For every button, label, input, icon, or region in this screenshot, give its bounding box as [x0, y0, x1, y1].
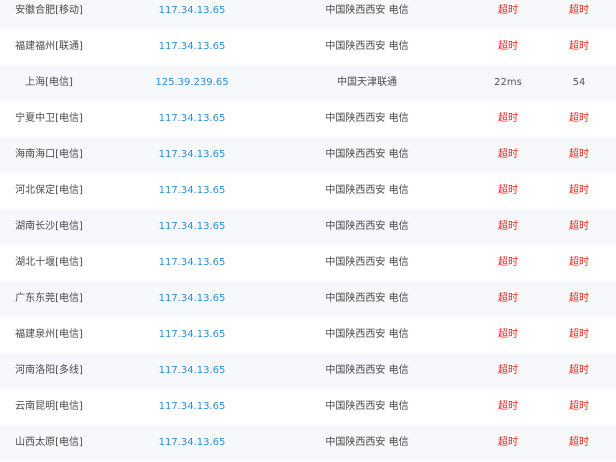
ttl-value: 超时: [569, 113, 589, 124]
table-row: 湖北十堰[电信] 117.34.13.65 中国陕西西安 电信 超时 超时: [0, 245, 616, 281]
table-row: 山西太原[电信] 117.34.13.65 中国陕西西安 电信 超时 超时: [0, 425, 616, 461]
probe-location: 云南昆明[电信]: [15, 401, 83, 412]
ip-location: 中国陕西西安 电信: [325, 185, 409, 196]
ttl-value: 超时: [569, 437, 589, 448]
ip-location: 中国陕西西安 电信: [325, 149, 409, 160]
table-row: 福建泉州[电信] 117.34.13.65 中国陕西西安 电信 超时 超时: [0, 317, 616, 353]
resolved-ip-link[interactable]: 117.34.13.65: [142, 29, 242, 65]
table-row: 海南海口[电信] 117.34.13.65 中国陕西西安 电信 超时 超时: [0, 137, 616, 173]
ttl-value: 超时: [569, 329, 589, 340]
ip-location: 中国陕西西安 电信: [325, 5, 409, 16]
table-row: 福建福州[联通] 117.34.13.65 中国陕西西安 电信 超时 超时: [0, 29, 616, 65]
table-row: 宁夏中卫[电信] 117.34.13.65 中国陕西西安 电信 超时 超时: [0, 101, 616, 137]
ttl-value: 超时: [569, 221, 589, 232]
table-row: 湖南长沙[电信] 117.34.13.65 中国陕西西安 电信 超时 超时: [0, 209, 616, 245]
response-time: 超时: [498, 221, 518, 232]
probe-location: 海南海口[电信]: [15, 149, 83, 160]
response-time: 22ms: [494, 77, 522, 88]
response-time: 超时: [498, 437, 518, 448]
ping-results-table: 安徽合肥[移动] 117.34.13.65 中国陕西西安 电信 超时 超时 福建福州[联通…: [0, 0, 616, 462]
ip-location: 中国陕西西安 电信: [325, 293, 409, 304]
probe-location: 福建福州[联通]: [15, 41, 83, 52]
table-row: 上海[电信] 125.39.239.65 中国天津联通 22ms 54: [0, 65, 616, 101]
ttl-value: 超时: [569, 401, 589, 412]
ip-location: 中国陕西西安 电信: [325, 257, 409, 268]
ttl-value: 54: [572, 77, 586, 88]
resolved-ip-link[interactable]: 117.34.13.65: [142, 317, 242, 353]
resolved-ip-link[interactable]: 117.34.13.65: [142, 389, 242, 425]
response-time: 超时: [498, 257, 518, 268]
probe-location: 湖南长沙[电信]: [15, 221, 83, 232]
ttl-value: 超时: [569, 149, 589, 160]
ttl-value: 超时: [569, 293, 589, 304]
ip-location: 中国陕西西安 电信: [325, 113, 409, 124]
resolved-ip-link[interactable]: 117.34.13.65: [142, 137, 242, 173]
table-row: 河南洛阳[多线] 117.34.13.65 中国陕西西安 电信 超时 超时: [0, 353, 616, 389]
probe-location: 福建泉州[电信]: [15, 329, 83, 340]
table-row: 安徽合肥[移动] 117.34.13.65 中国陕西西安 电信 超时 超时: [0, 0, 616, 29]
resolved-ip-link[interactable]: 117.34.13.65: [142, 0, 242, 29]
ip-location: 中国天津联通: [337, 77, 397, 88]
probe-location: 湖北十堰[电信]: [15, 257, 83, 268]
ttl-value: 超时: [569, 257, 589, 268]
resolved-ip-link[interactable]: 117.34.13.65: [142, 281, 242, 317]
response-time: 超时: [498, 5, 518, 16]
resolved-ip-link[interactable]: 125.39.239.65: [142, 65, 242, 101]
probe-location: 河南洛阳[多线]: [15, 365, 83, 376]
ttl-value: 超时: [569, 5, 589, 16]
probe-location: 宁夏中卫[电信]: [15, 113, 83, 124]
resolved-ip-link[interactable]: 117.34.13.65: [142, 173, 242, 209]
probe-location: 河北保定[电信]: [15, 185, 83, 196]
response-time: 超时: [498, 329, 518, 340]
response-time: 超时: [498, 401, 518, 412]
ip-location: 中国陕西西安 电信: [325, 329, 409, 340]
ip-location: 中国陕西西安 电信: [325, 365, 409, 376]
ttl-value: 超时: [569, 41, 589, 52]
ip-location: 中国陕西西安 电信: [325, 41, 409, 52]
ttl-value: 超时: [569, 185, 589, 196]
ttl-value: 超时: [569, 365, 589, 376]
resolved-ip-link[interactable]: 117.34.13.65: [142, 209, 242, 245]
response-time: 超时: [498, 293, 518, 304]
ip-location: 中国陕西西安 电信: [325, 221, 409, 232]
response-time: 超时: [498, 149, 518, 160]
ip-location: 中国陕西西安 电信: [325, 401, 409, 412]
resolved-ip-link[interactable]: 117.34.13.65: [142, 425, 242, 461]
resolved-ip-link[interactable]: 117.34.13.65: [142, 101, 242, 137]
resolved-ip-link[interactable]: 117.34.13.65: [142, 353, 242, 389]
response-time: 超时: [498, 185, 518, 196]
table-row: 广东东莞[电信] 117.34.13.65 中国陕西西安 电信 超时 超时: [0, 281, 616, 317]
probe-location: 上海[电信]: [25, 77, 73, 88]
response-time: 超时: [498, 41, 518, 52]
table-row: 河北保定[电信] 117.34.13.65 中国陕西西安 电信 超时 超时: [0, 173, 616, 209]
probe-location: 安徽合肥[移动]: [15, 5, 83, 16]
response-time: 超时: [498, 365, 518, 376]
table-row: 云南昆明[电信] 117.34.13.65 中国陕西西安 电信 超时 超时: [0, 389, 616, 425]
probe-location: 广东东莞[电信]: [15, 293, 83, 304]
ip-location: 中国陕西西安 电信: [325, 437, 409, 448]
response-time: 超时: [498, 113, 518, 124]
table-body: 安徽合肥[移动] 117.34.13.65 中国陕西西安 电信 超时 超时 福建福州[联通…: [0, 0, 616, 461]
probe-location: 山西太原[电信]: [15, 437, 83, 448]
resolved-ip-link[interactable]: 117.34.13.65: [142, 245, 242, 281]
